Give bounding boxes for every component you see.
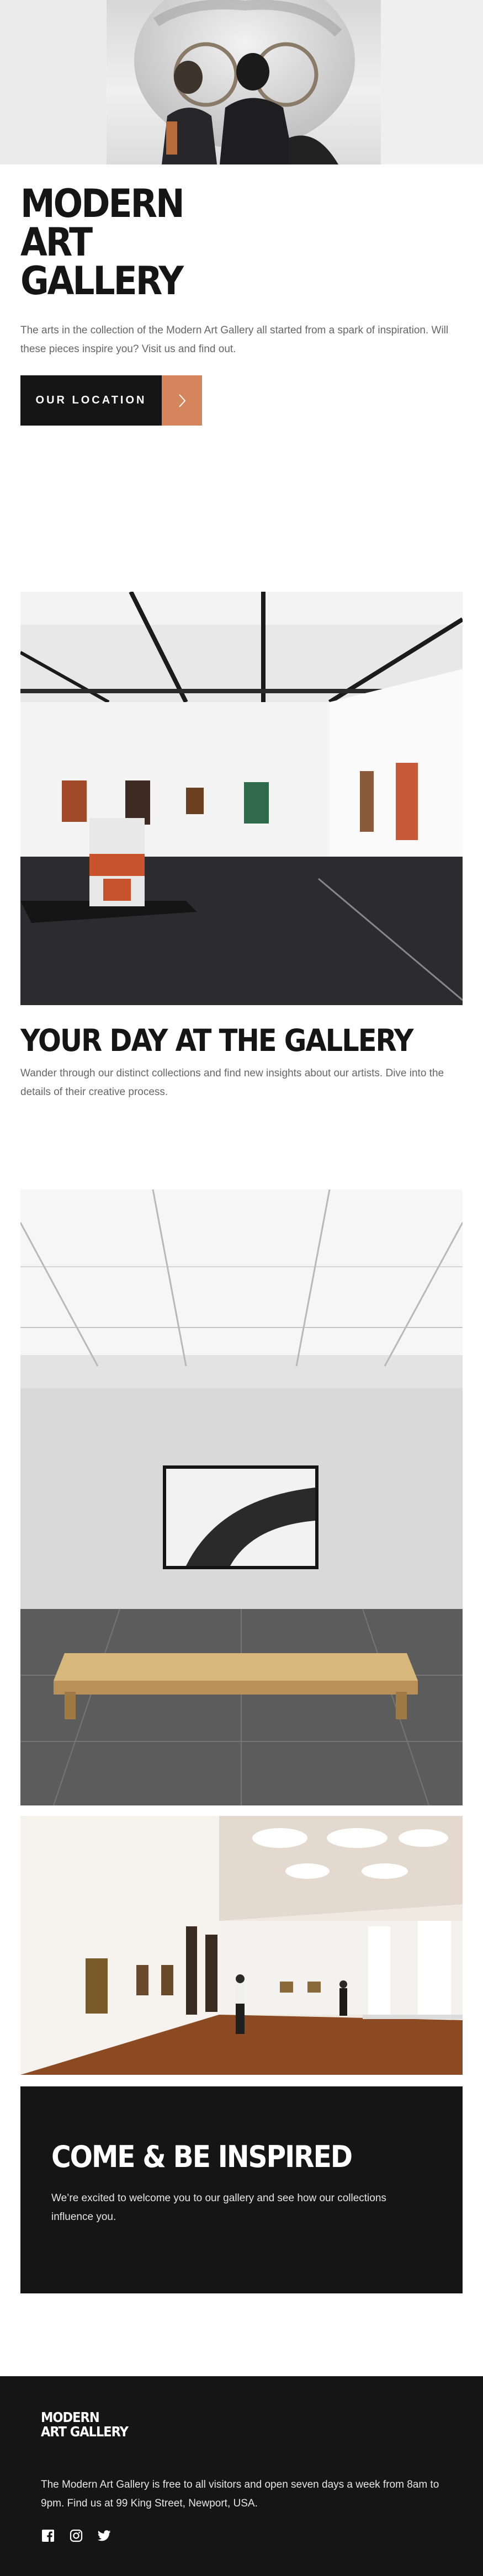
twitter-icon[interactable] — [97, 2529, 112, 2543]
inspire-section: COME & BE INSPIRED We’re excited to welc… — [20, 2086, 463, 2293]
instagram-icon[interactable] — [69, 2529, 83, 2543]
social-links — [41, 2529, 442, 2543]
section-description: Wander through our distinct collections … — [20, 1067, 444, 1098]
visitors-gallery-image — [20, 1816, 463, 2075]
page-title: MODERN ART GALLERY — [20, 181, 185, 304]
facebook-icon[interactable] — [41, 2529, 55, 2543]
footer-logo-line-2: ART GALLERY — [41, 2424, 129, 2440]
footer-logo[interactable]: MODERN ART GALLERY — [41, 2410, 442, 2439]
footer-description: The Modern Art Gallery is free to all vi… — [41, 2479, 439, 2509]
section-title: YOUR DAY AT THE GALLERY — [20, 1023, 413, 1058]
inspire-title: COME & BE INSPIRED — [51, 2139, 353, 2174]
hero-description: The arts in the collection of the Modern… — [20, 325, 449, 355]
footer: MODERN ART GALLERY The Modern Art Galler… — [0, 2376, 483, 2576]
portrait-painting — [107, 0, 381, 164]
our-location-label: OUR LOCATION — [20, 375, 162, 426]
inspire-description: We’re excited to welcome you to our gall… — [51, 2192, 386, 2223]
footer-logo-line-1: MODERN — [41, 2409, 100, 2425]
chevron-right-icon — [162, 375, 202, 426]
gallery-hall-image — [20, 592, 463, 1005]
our-location-button[interactable]: OUR LOCATION — [20, 375, 202, 426]
hero-image — [0, 0, 483, 164]
hero-section: MODERN ART GALLERY The arts in the collec… — [0, 164, 483, 426]
bench-room-image — [20, 1189, 463, 1805]
